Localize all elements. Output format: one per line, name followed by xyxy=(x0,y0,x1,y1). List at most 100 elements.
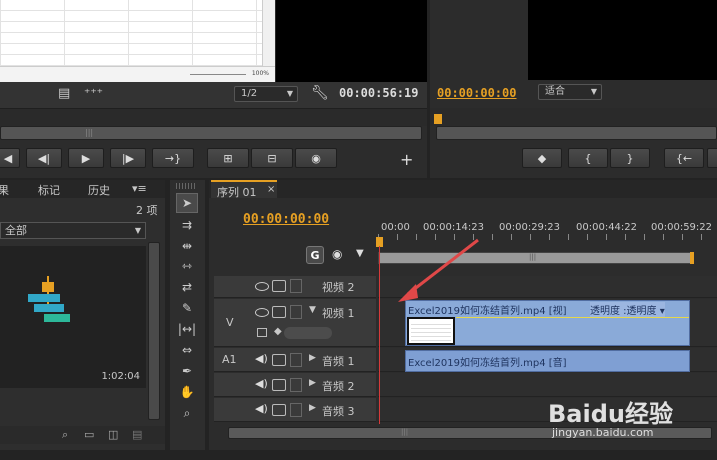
overwrite-button[interactable]: ⊟ xyxy=(251,148,293,168)
slip-tool-icon[interactable]: |↔| xyxy=(176,319,198,339)
search-icon[interactable]: ⌕ xyxy=(62,428,68,442)
selection-tool-icon[interactable]: ➤ xyxy=(176,193,198,213)
scroll-grip: ||| xyxy=(85,128,94,137)
chevron-down-icon: ▼ xyxy=(286,89,293,98)
track-name-a1: 音频 1 xyxy=(322,355,355,368)
program-timebar[interactable] xyxy=(430,108,717,126)
timeline-timecode[interactable]: 00:00:00:00 xyxy=(243,212,329,227)
close-icon[interactable]: × xyxy=(267,184,275,195)
film-icon[interactable]: ▤ xyxy=(58,86,70,101)
new-item-icon[interactable]: ◫ xyxy=(108,428,118,441)
program-playhead-marker[interactable] xyxy=(434,114,442,124)
tab-sequence[interactable]: 序列 01 × xyxy=(211,180,277,199)
collapse-triangle-icon[interactable]: ▼ xyxy=(309,305,316,315)
zoom-tool-icon[interactable]: ⌕ xyxy=(176,403,198,423)
playhead-line[interactable] xyxy=(379,246,380,424)
chevron-down-icon: ▼ xyxy=(590,87,597,96)
filter-select[interactable]: 全部 ▼ xyxy=(0,222,146,239)
opacity-label[interactable]: 透明度 :透明度 ▾ xyxy=(590,302,665,317)
audio-wave-icon[interactable]: ⁺⁺⁺ xyxy=(84,86,103,100)
rolling-edit-tool-icon[interactable]: ⇿ xyxy=(176,256,198,276)
tab-markers[interactable]: 标记 xyxy=(38,182,60,198)
marker-icon[interactable]: ▼ xyxy=(356,248,364,259)
mark-in-button[interactable]: ◀ xyxy=(0,148,20,168)
waveform-icon[interactable] xyxy=(272,354,286,366)
ruler-tick: 00:00:29:23 xyxy=(499,222,561,233)
folder-icon[interactable]: ▭ xyxy=(84,428,94,441)
export-frame-button[interactable]: ◉ xyxy=(295,148,337,168)
excel-scrollbar xyxy=(262,0,275,66)
expand-triangle-icon[interactable]: ▶ xyxy=(309,378,316,388)
resolution-select[interactable]: 1/2 ▼ xyxy=(234,86,298,102)
track-header-a2: ◀) ▶ 音频 2 xyxy=(214,373,376,397)
lock-box[interactable] xyxy=(290,403,302,417)
mark-in-button[interactable]: { xyxy=(568,148,608,168)
track-target-a1[interactable]: A1 xyxy=(222,353,237,366)
source-dark-area xyxy=(276,0,427,82)
track-target-v[interactable]: V xyxy=(226,316,234,329)
pen-tool-icon[interactable]: ✒ xyxy=(176,361,198,381)
tab-effects[interactable]: 果 xyxy=(0,182,9,198)
project-tabbar: 果 标记 历史 ▾≡ xyxy=(0,180,165,198)
slide-tool-icon[interactable]: ⇔ xyxy=(176,340,198,360)
lock-box[interactable] xyxy=(290,279,302,293)
snap-toggle[interactable]: G xyxy=(306,246,324,264)
add-marker-button[interactable]: ◆ xyxy=(522,148,562,168)
speaker-icon[interactable]: ◀) xyxy=(255,352,268,365)
expand-triangle-icon[interactable]: ▶ xyxy=(309,403,316,413)
tab-history[interactable]: 历史 xyxy=(88,182,110,198)
play-button[interactable]: ▶ xyxy=(68,148,104,168)
fit-select[interactable]: 适合 ▼ xyxy=(538,84,602,100)
step-back-button[interactable]: ◀| xyxy=(26,148,62,168)
hand-tool-icon[interactable]: ✋ xyxy=(176,382,198,402)
source-timecode[interactable]: 00:00:56:19 xyxy=(339,86,418,100)
speaker-icon[interactable]: ◀) xyxy=(255,377,268,390)
audio-clip[interactable]: Excel2019如何冻结首列.mp4 [音] xyxy=(405,350,690,372)
video-clip[interactable]: Excel2019如何冻结首列.mp4 [视] 透明度 :透明度 ▾ xyxy=(405,300,690,346)
mark-out-button[interactable]: } xyxy=(610,148,650,168)
add-button-icon[interactable]: + xyxy=(400,150,413,169)
eye-icon[interactable] xyxy=(255,308,269,317)
resolution-value: 1/2 xyxy=(241,88,258,99)
expand-triangle-icon[interactable]: ▶ xyxy=(309,353,316,363)
lock-box[interactable] xyxy=(290,305,302,319)
razor-tool-icon[interactable]: ✎ xyxy=(176,298,198,318)
panel-menu-icon[interactable]: ▾≡ xyxy=(132,182,147,195)
film-icon[interactable] xyxy=(272,306,286,318)
source-scrollbar[interactable]: ||| xyxy=(0,126,422,140)
keyframe-icon[interactable]: ◆ xyxy=(274,326,282,337)
track-header-v1: V ▼ 视频 1 ◆ xyxy=(214,299,376,347)
filter-value: 全部 xyxy=(5,224,27,237)
track-select-tool-icon[interactable]: ⇉ xyxy=(176,215,198,235)
eye-icon[interactable] xyxy=(255,282,269,291)
film-icon[interactable] xyxy=(272,280,286,292)
track-name-v2: 视频 2 xyxy=(322,281,355,294)
keyframe-nav[interactable] xyxy=(284,327,332,339)
project-bottom-bar: ⌕ ▭ ◫ ▤ xyxy=(0,426,165,444)
scroll-grip: ||| xyxy=(401,428,409,436)
program-scrollbar[interactable] xyxy=(436,126,717,140)
program-timecode[interactable]: 00:00:00:00 xyxy=(437,86,516,100)
ripple-edit-tool-icon[interactable]: ⇹ xyxy=(176,236,198,256)
waveform-icon[interactable] xyxy=(272,379,286,391)
rate-stretch-tool-icon[interactable]: ⇄ xyxy=(176,277,198,297)
project-scrollbar[interactable] xyxy=(148,242,160,420)
source-timebar[interactable] xyxy=(0,108,427,126)
insert-button[interactable]: ⊞ xyxy=(207,148,249,168)
lock-box[interactable] xyxy=(290,378,302,392)
display-style-icon[interactable] xyxy=(257,328,267,337)
opacity-line[interactable] xyxy=(456,317,689,318)
wrench-icon[interactable]: 🔧︎ xyxy=(311,85,329,101)
step-forward-button[interactable]: |▶ xyxy=(110,148,146,168)
link-icon[interactable]: ◉ xyxy=(332,247,342,261)
program-more-button[interactable] xyxy=(707,148,717,168)
annotation-arrow-icon xyxy=(398,238,479,302)
sequence-icon xyxy=(28,276,70,326)
lock-box[interactable] xyxy=(290,353,302,367)
speaker-icon[interactable]: ◀) xyxy=(255,402,268,415)
trash-icon[interactable]: ▤ xyxy=(132,428,142,441)
excel-zoom-label: 100% xyxy=(251,70,269,77)
waveform-icon[interactable] xyxy=(272,404,286,416)
go-to-in-button[interactable]: {← xyxy=(664,148,704,168)
go-to-out-button[interactable]: →} xyxy=(152,148,194,168)
